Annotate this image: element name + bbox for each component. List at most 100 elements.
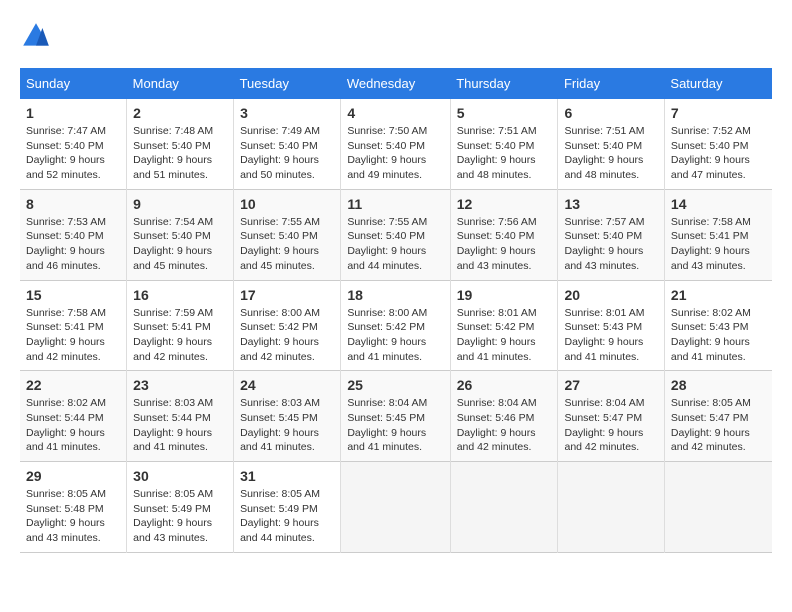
- day-number: 29: [26, 468, 120, 484]
- day-info: Sunrise: 7:56 AMSunset: 5:40 PMDaylight:…: [457, 215, 552, 274]
- day-number: 15: [26, 287, 120, 303]
- calendar-cell: 16 Sunrise: 7:59 AMSunset: 5:41 PMDayligh…: [127, 280, 234, 371]
- day-number: 2: [133, 105, 227, 121]
- calendar-cell: 20 Sunrise: 8:01 AMSunset: 5:43 PMDayligh…: [558, 280, 664, 371]
- calendar-cell: 18Sunrise: 8:00 AMSunset: 5:42 PMDayligh…: [341, 280, 450, 371]
- day-number: 30: [133, 468, 227, 484]
- day-number: 23: [133, 377, 227, 393]
- day-info: Sunrise: 8:00 AMSunset: 5:42 PMDaylight:…: [347, 306, 443, 365]
- day-info: Sunrise: 7:51 AMSunset: 5:40 PMDaylight:…: [457, 124, 552, 183]
- day-info: Sunrise: 8:05 AMSunset: 5:49 PMDaylight:…: [133, 487, 227, 546]
- logo-icon: [20, 20, 52, 52]
- day-info: Sunrise: 8:01 AMSunset: 5:43 PMDaylight:…: [564, 306, 657, 365]
- calendar-cell: 10 Sunrise: 7:55 AMSunset: 5:40 PMDayligh…: [234, 189, 341, 280]
- calendar-cell: 6Sunrise: 7:51 AMSunset: 5:40 PMDaylight…: [558, 99, 664, 189]
- day-number: 20: [564, 287, 657, 303]
- calendar-cell: 14 Sunrise: 7:58 AMSunset: 5:41 PMDayligh…: [664, 189, 772, 280]
- calendar-cell: 21 Sunrise: 8:02 AMSunset: 5:43 PMDayligh…: [664, 280, 772, 371]
- calendar-cell: 4 Sunrise: 7:50 AMSunset: 5:40 PMDaylight…: [341, 99, 450, 189]
- column-header-tuesday: Tuesday: [234, 68, 341, 99]
- day-number: 28: [671, 377, 766, 393]
- calendar-body: 1 Sunrise: 7:47 AMSunset: 5:40 PMDaylight…: [20, 99, 772, 552]
- calendar-cell: 24Sunrise: 8:03 AMSunset: 5:45 PMDayligh…: [234, 371, 341, 462]
- day-info: Sunrise: 7:47 AMSunset: 5:40 PMDaylight:…: [26, 124, 120, 183]
- day-info: Sunrise: 7:57 AMSunset: 5:40 PMDaylight:…: [564, 215, 657, 274]
- day-number: 27: [564, 377, 657, 393]
- calendar-cell: 26 Sunrise: 8:04 AMSunset: 5:46 PMDayligh…: [450, 371, 558, 462]
- day-info: Sunrise: 8:04 AMSunset: 5:47 PMDaylight:…: [564, 396, 657, 455]
- calendar-cell: 9 Sunrise: 7:54 AMSunset: 5:40 PMDaylight…: [127, 189, 234, 280]
- day-info: Sunrise: 7:52 AMSunset: 5:40 PMDaylight:…: [671, 124, 766, 183]
- day-info: Sunrise: 7:55 AMSunset: 5:40 PMDaylight:…: [347, 215, 443, 274]
- day-info: Sunrise: 7:50 AMSunset: 5:40 PMDaylight:…: [347, 124, 443, 183]
- day-number: 16: [133, 287, 227, 303]
- day-number: 26: [457, 377, 552, 393]
- day-info: Sunrise: 7:48 AMSunset: 5:40 PMDaylight:…: [133, 124, 227, 183]
- calendar-cell: 30 Sunrise: 8:05 AMSunset: 5:49 PMDayligh…: [127, 462, 234, 553]
- week-row-5: 29 Sunrise: 8:05 AMSunset: 5:48 PMDayligh…: [20, 462, 772, 553]
- day-info: Sunrise: 7:58 AMSunset: 5:41 PMDaylight:…: [26, 306, 120, 365]
- day-info: Sunrise: 8:00 AMSunset: 5:42 PMDaylight:…: [240, 306, 334, 365]
- calendar-cell: 11 Sunrise: 7:55 AMSunset: 5:40 PMDayligh…: [341, 189, 450, 280]
- calendar-cell: 12Sunrise: 7:56 AMSunset: 5:40 PMDayligh…: [450, 189, 558, 280]
- day-number: 1: [26, 105, 120, 121]
- calendar-cell: 27 Sunrise: 8:04 AMSunset: 5:47 PMDayligh…: [558, 371, 664, 462]
- day-info: Sunrise: 7:59 AMSunset: 5:41 PMDaylight:…: [133, 306, 227, 365]
- calendar-cell: 25Sunrise: 8:04 AMSunset: 5:45 PMDayligh…: [341, 371, 450, 462]
- calendar-cell: 3 Sunrise: 7:49 AMSunset: 5:40 PMDaylight…: [234, 99, 341, 189]
- day-info: Sunrise: 8:05 AMSunset: 5:47 PMDaylight:…: [671, 396, 766, 455]
- column-header-sunday: Sunday: [20, 68, 127, 99]
- day-info: Sunrise: 8:05 AMSunset: 5:48 PMDaylight:…: [26, 487, 120, 546]
- day-number: 11: [347, 196, 443, 212]
- day-number: 10: [240, 196, 334, 212]
- day-info: Sunrise: 7:49 AMSunset: 5:40 PMDaylight:…: [240, 124, 334, 183]
- day-info: Sunrise: 8:04 AMSunset: 5:46 PMDaylight:…: [457, 396, 552, 455]
- day-number: 4: [347, 105, 443, 121]
- day-info: Sunrise: 8:02 AMSunset: 5:43 PMDaylight:…: [671, 306, 766, 365]
- calendar-cell: 17 Sunrise: 8:00 AMSunset: 5:42 PMDayligh…: [234, 280, 341, 371]
- calendar-cell: [664, 462, 772, 553]
- column-header-friday: Friday: [558, 68, 664, 99]
- calendar-table: SundayMondayTuesdayWednesdayThursdayFrid…: [20, 68, 772, 553]
- day-number: 19: [457, 287, 552, 303]
- calendar-cell: 29 Sunrise: 8:05 AMSunset: 5:48 PMDayligh…: [20, 462, 127, 553]
- day-info: Sunrise: 7:55 AMSunset: 5:40 PMDaylight:…: [240, 215, 334, 274]
- calendar-cell: [341, 462, 450, 553]
- calendar-header: SundayMondayTuesdayWednesdayThursdayFrid…: [20, 68, 772, 99]
- day-number: 3: [240, 105, 334, 121]
- day-number: 5: [457, 105, 552, 121]
- day-number: 17: [240, 287, 334, 303]
- day-info: Sunrise: 8:04 AMSunset: 5:45 PMDaylight:…: [347, 396, 443, 455]
- calendar-cell: 13 Sunrise: 7:57 AMSunset: 5:40 PMDayligh…: [558, 189, 664, 280]
- day-number: 31: [240, 468, 334, 484]
- page-header: [20, 20, 772, 52]
- day-info: Sunrise: 8:03 AMSunset: 5:44 PMDaylight:…: [133, 396, 227, 455]
- day-number: 9: [133, 196, 227, 212]
- calendar-cell: 1 Sunrise: 7:47 AMSunset: 5:40 PMDaylight…: [20, 99, 127, 189]
- logo: [20, 20, 56, 52]
- week-row-3: 15 Sunrise: 7:58 AMSunset: 5:41 PMDayligh…: [20, 280, 772, 371]
- week-row-4: 22 Sunrise: 8:02 AMSunset: 5:44 PMDayligh…: [20, 371, 772, 462]
- day-number: 13: [564, 196, 657, 212]
- day-info: Sunrise: 7:58 AMSunset: 5:41 PMDaylight:…: [671, 215, 766, 274]
- day-info: Sunrise: 8:01 AMSunset: 5:42 PMDaylight:…: [457, 306, 552, 365]
- day-info: Sunrise: 7:54 AMSunset: 5:40 PMDaylight:…: [133, 215, 227, 274]
- column-header-thursday: Thursday: [450, 68, 558, 99]
- calendar-cell: 19 Sunrise: 8:01 AMSunset: 5:42 PMDayligh…: [450, 280, 558, 371]
- day-number: 21: [671, 287, 766, 303]
- day-info: Sunrise: 8:02 AMSunset: 5:44 PMDaylight:…: [26, 396, 120, 455]
- column-header-wednesday: Wednesday: [341, 68, 450, 99]
- week-row-1: 1 Sunrise: 7:47 AMSunset: 5:40 PMDaylight…: [20, 99, 772, 189]
- day-info: Sunrise: 7:53 AMSunset: 5:40 PMDaylight:…: [26, 215, 120, 274]
- day-number: 14: [671, 196, 766, 212]
- calendar-cell: [558, 462, 664, 553]
- day-number: 22: [26, 377, 120, 393]
- calendar-cell: 8Sunrise: 7:53 AMSunset: 5:40 PMDaylight…: [20, 189, 127, 280]
- calendar-cell: 22 Sunrise: 8:02 AMSunset: 5:44 PMDayligh…: [20, 371, 127, 462]
- column-header-saturday: Saturday: [664, 68, 772, 99]
- week-row-2: 8Sunrise: 7:53 AMSunset: 5:40 PMDaylight…: [20, 189, 772, 280]
- calendar-cell: 15 Sunrise: 7:58 AMSunset: 5:41 PMDayligh…: [20, 280, 127, 371]
- day-info: Sunrise: 7:51 AMSunset: 5:40 PMDaylight:…: [564, 124, 657, 183]
- calendar-cell: [450, 462, 558, 553]
- calendar-cell: 28 Sunrise: 8:05 AMSunset: 5:47 PMDayligh…: [664, 371, 772, 462]
